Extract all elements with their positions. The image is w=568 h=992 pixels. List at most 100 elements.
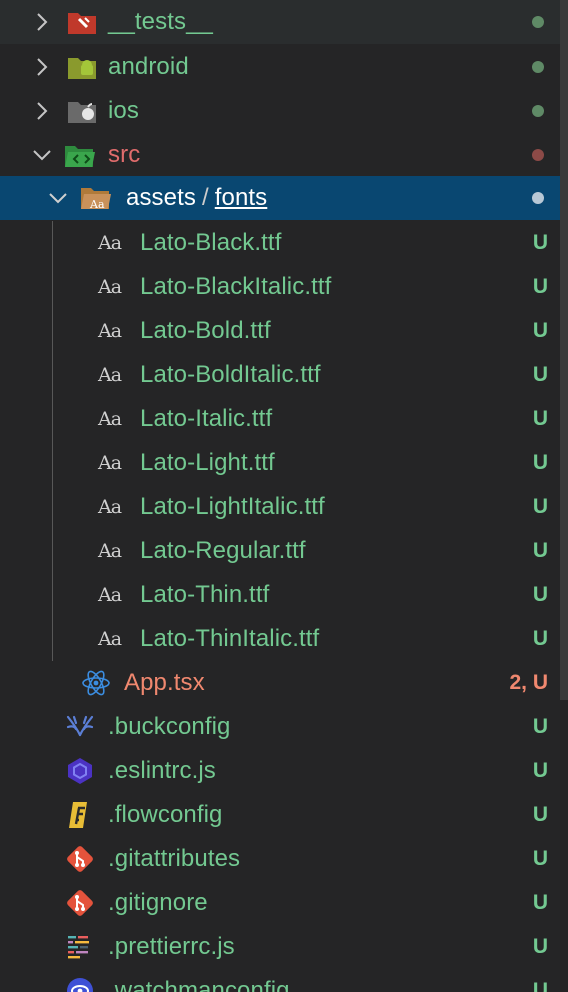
font-file-icon: Aa [98,408,122,430]
file-label: .flowconfig [108,801,223,828]
file-label: Lato-Regular.ttf [140,537,306,564]
buck-icon [64,711,96,743]
chevron-right-icon[interactable] [32,12,52,32]
file-row-gitattributes[interactable]: .gitattributes U [0,837,560,881]
git-status-badge: U [532,627,548,650]
git-status-badge: U [532,275,548,298]
git-status-badge: 2, U [509,671,548,694]
file-row-font[interactable]: Aa Lato-ThinItalic.ttf U [0,617,560,661]
chevron-down-icon[interactable] [48,188,68,208]
file-label: Lato-Italic.ttf [140,405,273,432]
watchman-icon [64,975,96,992]
file-row-font[interactable]: Aa Lato-Regular.ttf U [0,529,560,573]
file-row-font[interactable]: Aa Lato-Bold.ttf U [0,309,560,353]
file-row-watchmanconfig[interactable]: .watchmanconfig U [0,969,560,992]
file-row-buckconfig[interactable]: .buckconfig U [0,705,560,749]
git-status-badge: U [532,231,548,254]
font-file-icon: Aa [98,540,122,562]
git-status-badge: U [532,407,548,430]
ios-folder-icon [66,95,98,127]
git-icon [64,843,96,875]
git-status-badge: U [532,363,548,386]
git-status-badge: U [532,319,548,342]
folder-row-assets-fonts[interactable]: Aa assets / fonts [0,176,560,220]
git-status-dot [532,16,544,28]
file-label: .gitattributes [108,845,241,872]
git-status-badge: U [532,451,548,474]
fonts-folder-icon: Aa [80,182,112,214]
path-segment-assets[interactable]: assets [126,184,196,211]
react-icon [80,667,112,699]
folder-row-android[interactable]: android [0,45,560,89]
folder-label: android [108,53,189,80]
git-status-dot [532,105,544,117]
git-status-badge: U [532,935,548,958]
chevron-right-icon[interactable] [32,101,52,121]
path-separator: / [201,184,209,211]
scrollbar-thumb[interactable] [560,0,568,700]
file-row-font[interactable]: Aa Lato-Thin.ttf U [0,573,560,617]
tests-folder-icon [66,6,98,38]
folder-label: src [108,141,141,168]
font-file-icon: Aa [98,452,122,474]
git-status-badge: U [532,847,548,870]
svg-text:Aa: Aa [89,198,105,211]
file-label: Lato-Light.ttf [140,449,275,476]
vertical-scrollbar[interactable] [560,0,568,992]
font-file-icon: Aa [98,496,122,518]
file-label: App.tsx [124,669,205,696]
file-row-app-tsx[interactable]: App.tsx 2, U [0,661,560,705]
git-status-dot [532,149,544,161]
font-file-icon: Aa [98,276,122,298]
file-label: Lato-Bold.ttf [140,317,271,344]
file-row-font[interactable]: Aa Lato-LightItalic.ttf U [0,485,560,529]
file-label: Lato-LightItalic.ttf [140,493,325,520]
chevron-down-icon[interactable] [32,145,52,165]
git-status-dot [532,61,544,73]
eslint-icon [64,755,96,787]
folder-row-ios[interactable]: ios [0,89,560,133]
git-status-badge: U [532,583,548,606]
file-row-font[interactable]: Aa Lato-Light.ttf U [0,441,560,485]
android-folder-icon [66,51,98,83]
git-status-badge: U [532,979,548,992]
flow-icon [64,799,96,831]
file-label: .buckconfig [108,713,231,740]
git-status-badge: U [532,803,548,826]
file-label: Lato-ThinItalic.ttf [140,625,320,652]
file-row-font[interactable]: Aa Lato-BoldItalic.ttf U [0,353,560,397]
file-label: Lato-BlackItalic.ttf [140,273,332,300]
font-file-icon: Aa [98,320,122,342]
file-label: Lato-BoldItalic.ttf [140,361,321,388]
file-row-font[interactable]: Aa Lato-Italic.ttf U [0,397,560,441]
file-label: .eslintrc.js [108,757,216,784]
font-file-icon: Aa [98,232,122,254]
chevron-right-icon[interactable] [32,57,52,77]
path-segment-fonts[interactable]: fonts [215,184,268,211]
folder-row-tests[interactable]: __tests__ [0,0,560,44]
file-row-flowconfig[interactable]: .flowconfig U [0,793,560,837]
file-label: .prettierrc.js [108,933,235,960]
git-status-badge: U [532,891,548,914]
folder-label: __tests__ [108,8,213,35]
font-file-icon: Aa [98,364,122,386]
file-label: .gitignore [108,889,208,916]
git-status-badge: U [532,539,548,562]
file-label: Lato-Black.ttf [140,229,282,256]
file-row-font[interactable]: Aa Lato-BlackItalic.ttf U [0,265,560,309]
folder-row-src[interactable]: src [0,133,560,177]
file-row-gitignore[interactable]: .gitignore U [0,881,560,925]
file-row-font[interactable]: Aa Lato-Black.ttf U [0,221,560,265]
git-status-badge: U [532,495,548,518]
font-file-icon: Aa [98,628,122,650]
git-status-dot [532,192,544,204]
file-label: Lato-Thin.ttf [140,581,270,608]
file-explorer: __tests__ android ios src Aa assets / fo… [0,0,560,992]
font-file-icon: Aa [98,584,122,606]
git-status-badge: U [532,715,548,738]
git-icon [64,887,96,919]
file-row-eslintrc[interactable]: .eslintrc.js U [0,749,560,793]
folder-label: ios [108,97,139,124]
git-status-badge: U [532,759,548,782]
file-row-prettierrc[interactable]: .prettierrc.js U [0,925,560,969]
